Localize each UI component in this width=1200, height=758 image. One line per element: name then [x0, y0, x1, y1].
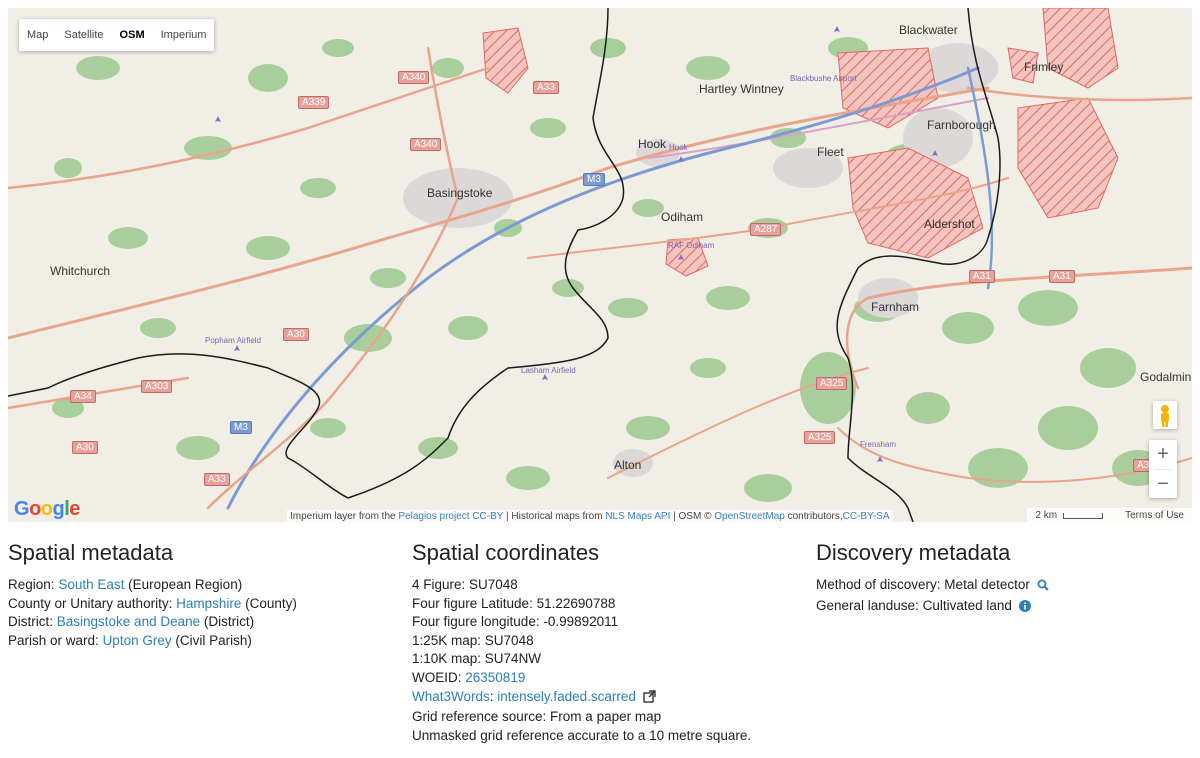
info-icon[interactable] [1018, 599, 1031, 618]
county-suffix: (County) [245, 595, 297, 611]
spatial-coordinates-section: Spatial coordinates 4 Figure: SU7048 Fou… [412, 540, 751, 745]
parish-label: Parish or ward: [8, 632, 99, 648]
zoom-control: + − [1149, 440, 1177, 498]
parish-suffix: (Civil Parish) [175, 632, 252, 648]
latitude-row: Four figure Latitude: 51.22690788 [412, 595, 616, 611]
map-attribution: Imperium layer from the Pelagios project… [287, 510, 893, 522]
grid-source-row: Grid reference source: From a paper map [412, 709, 662, 725]
district-link[interactable]: Basingstoke and Deane [57, 614, 200, 629]
attribution-prefix: Imperium layer from the [290, 511, 396, 522]
region-row: Region: South East (European Region) [8, 576, 297, 595]
landuse-text: General landuse: Cultivated land [816, 597, 1012, 613]
spatial-metadata-section: Spatial metadata Region: South East (Eur… [8, 540, 297, 650]
woeid-link[interactable]: 26350819 [465, 670, 525, 685]
woeid-row: WOEID: 26350819 [412, 669, 751, 688]
district-label: District: [8, 614, 53, 630]
nls-link[interactable]: NLS Maps API [605, 511, 670, 522]
region-suffix: (European Region) [128, 577, 243, 592]
discovery-metadata-heading: Discovery metadata [816, 540, 1011, 565]
google-logo[interactable]: Google [14, 498, 80, 521]
unmasked-row: Unmasked grid reference accurate to a 10… [412, 727, 752, 743]
scale-label: 2 km [1035, 510, 1058, 521]
street-view-pegman-icon[interactable] [1153, 401, 1177, 429]
cc-by-link[interactable]: CC-BY [472, 511, 503, 522]
map-25k-row: 1:25K map: SU7048 [412, 632, 534, 648]
what3words-row: What3Words: intensely.faded.scarred [412, 688, 751, 709]
attribution-osm-text: | OSM © [670, 511, 712, 522]
county-label: County or Unitary authority: [8, 595, 173, 611]
woeid-label: WOEID: [412, 669, 462, 685]
scale-and-terms: 2 km Terms of Use [1027, 508, 1192, 522]
region-label: Region: [8, 577, 55, 592]
osm-link[interactable]: OpenStreetMap [714, 511, 785, 522]
pelagios-link[interactable]: Pelagios project [398, 511, 469, 522]
map-view[interactable]: Blackwater Frimley Hartley Wintney Hook … [8, 8, 1192, 522]
discovery-metadata-section: Discovery metadata Method of discovery: … [816, 540, 1049, 617]
map-type-map-button[interactable]: Map [19, 19, 56, 51]
scale-bar [1063, 513, 1104, 519]
zoom-in-button[interactable]: + [1149, 440, 1177, 469]
terms-of-use-link[interactable]: Terms of Use [1125, 508, 1184, 522]
what3words-value-link[interactable]: intensely.faded.scarred [497, 689, 636, 704]
map-type-imperium-button[interactable]: Imperium [153, 19, 215, 51]
cc-by-sa-link[interactable]: CC-BY-SA [843, 511, 890, 522]
what3words-label-link[interactable]: What3Words [412, 689, 490, 704]
attribution-hist-text: | Historical maps from [503, 511, 603, 522]
zoom-out-button[interactable]: − [1149, 470, 1177, 499]
district-suffix: (District) [203, 614, 255, 630]
spatial-metadata-heading: Spatial metadata [8, 540, 174, 565]
method-text: Method of discovery: Metal detector [816, 577, 1030, 592]
parish-link[interactable]: Upton Grey [103, 633, 172, 648]
attribution-contrib-text: contributors, [787, 511, 843, 522]
county-row: County or Unitary authority: Hampshire (… [8, 595, 297, 614]
longitude-row: Four figure longitude: -0.99892011 [412, 614, 619, 630]
spatial-coordinates-heading: Spatial coordinates [412, 540, 600, 565]
district-row: District: Basingstoke and Deane (Distric… [8, 613, 297, 632]
county-link[interactable]: Hampshire [176, 596, 241, 611]
four-figure-row: 4 Figure: SU7048 [412, 577, 518, 592]
landuse-row: General landuse: Cultivated land [816, 597, 1049, 618]
map-type-control: Map Satellite OSM Imperium [19, 19, 215, 51]
search-icon[interactable] [1037, 578, 1049, 597]
map-type-satellite-button[interactable]: Satellite [56, 19, 111, 51]
method-row: Method of discovery: Metal detector [816, 576, 1049, 597]
external-link-icon[interactable] [642, 689, 656, 709]
map-type-osm-button[interactable]: OSM [111, 19, 153, 51]
map-10k-row: 1:10K map: SU74NW [412, 651, 542, 667]
map-canvas [8, 8, 1192, 522]
parish-row: Parish or ward: Upton Grey (Civil Parish… [8, 632, 297, 651]
region-link[interactable]: South East [58, 577, 124, 592]
